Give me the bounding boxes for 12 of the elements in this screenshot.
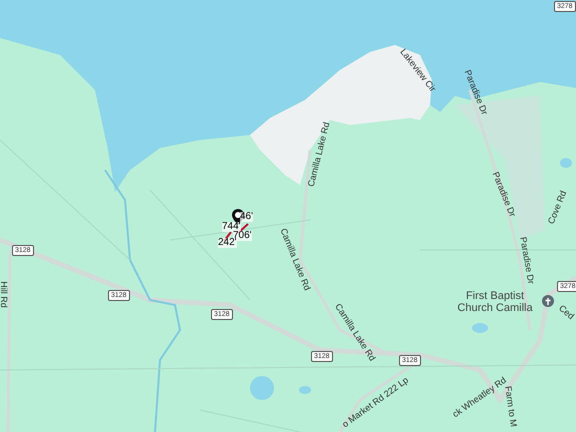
distance-label: 744' <box>222 222 241 232</box>
place-label[interactable]: First Baptist Church Camilla <box>452 290 538 314</box>
road-label: Ced <box>557 304 576 322</box>
road-label: Paradise Dr <box>518 236 536 285</box>
distance-label: 242' <box>218 238 237 248</box>
road-label: Camilla Lake Rd <box>278 227 312 292</box>
road-label: Camilla Lake Rd <box>306 121 332 188</box>
church-pin-icon[interactable] <box>541 294 555 310</box>
road-label: Farm to M <box>503 386 518 428</box>
distance-label: 46' <box>240 212 254 222</box>
road-label: Hill Rd <box>0 281 8 308</box>
road-label: Cove Rd <box>546 190 568 226</box>
